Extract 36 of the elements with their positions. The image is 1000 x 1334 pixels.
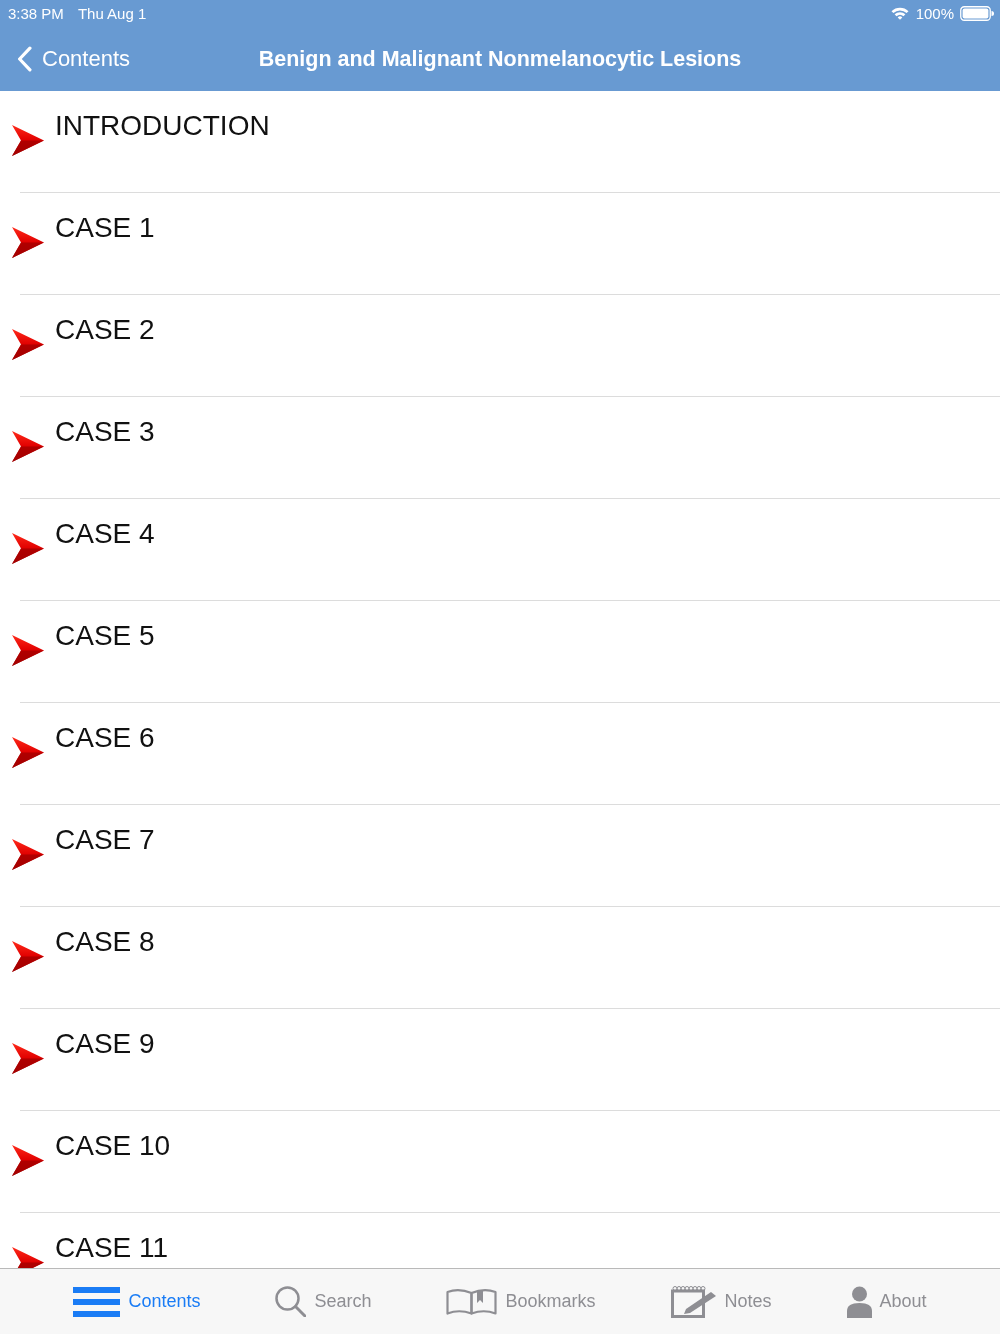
section-row[interactable]: CASE 8 xyxy=(0,907,1000,1008)
wifi-icon xyxy=(890,7,909,20)
section-row[interactable]: CASE 11 xyxy=(0,1213,1000,1268)
battery-icon xyxy=(960,6,994,21)
section-row[interactable]: CASE 1 xyxy=(0,193,1000,294)
person-icon xyxy=(846,1285,872,1318)
arrow-icon xyxy=(12,125,44,156)
arrow-icon xyxy=(12,635,44,666)
section-row[interactable]: CASE 4 xyxy=(0,499,1000,600)
menu-icon xyxy=(73,1286,121,1317)
section-row[interactable]: CASE 3 xyxy=(0,397,1000,498)
chevron-icon xyxy=(16,46,33,72)
arrow-icon xyxy=(12,533,44,564)
arrow-icon xyxy=(12,329,44,360)
battery-percent: 100% xyxy=(915,5,954,22)
section-row[interactable]: CASE 9 xyxy=(0,1009,1000,1110)
section-row[interactable]: CASE 2 xyxy=(0,295,1000,396)
section-row[interactable]: CASE 10 xyxy=(0,1111,1000,1212)
arrow-icon xyxy=(12,941,44,972)
tab-item[interactable]: Contents xyxy=(73,1286,201,1317)
status-time: 3:38 PM xyxy=(8,5,64,22)
section-row[interactable]: CASE 7 xyxy=(0,805,1000,906)
arrow-icon xyxy=(12,431,44,462)
arrow-icon xyxy=(12,839,44,870)
status-date: Thu Aug 1 xyxy=(77,5,147,22)
arrow-icon xyxy=(12,737,44,768)
section-row[interactable]: CASE 5 xyxy=(0,601,1000,702)
page-title: Benign and Malignant Nonmelanocytic Lesions xyxy=(258,46,742,72)
notepad-icon xyxy=(670,1285,717,1318)
arrow-icon xyxy=(12,1145,44,1176)
search-icon xyxy=(275,1286,307,1317)
section-row[interactable]: CASE 6 xyxy=(0,703,1000,804)
section-row[interactable]: INTRODUCTION xyxy=(0,91,1000,192)
book-icon xyxy=(446,1288,498,1315)
arrow-icon xyxy=(12,1043,44,1074)
arrow-icon xyxy=(12,227,44,258)
